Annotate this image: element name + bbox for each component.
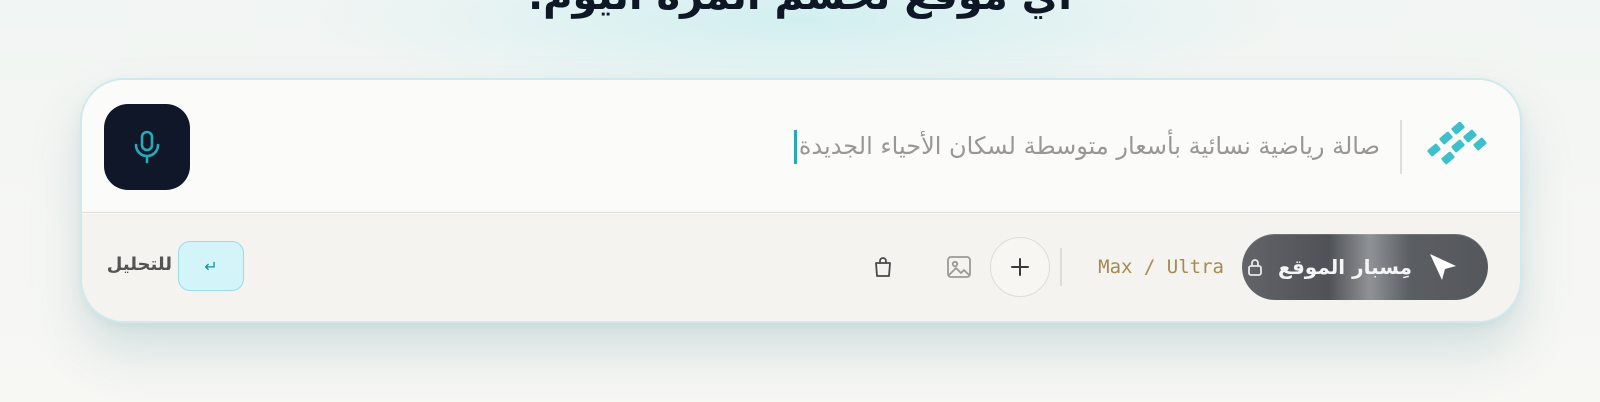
toolbar-divider — [1060, 248, 1062, 286]
lock-icon — [1248, 259, 1262, 276]
bag-button[interactable] — [866, 250, 900, 284]
prompt-input[interactable]: صالة رياضية نسائية بأسعار متوسطة لسكان ا… — [480, 126, 1380, 166]
microphone-icon — [134, 130, 160, 164]
mode-selector-button[interactable]: مِسبار الموقع — [1242, 234, 1488, 300]
input-divider — [1400, 120, 1402, 174]
enter-hint-label: للتحليل — [106, 254, 172, 275]
text-caret — [793, 130, 797, 164]
enter-key-icon: ↵ — [204, 256, 218, 276]
enter-key-button[interactable]: ↵ — [178, 241, 244, 291]
mode-label: مِسبار الموقع — [1278, 255, 1412, 279]
prompt-composer: صالة رياضية نسائية بأسعار متوسطة لسكان ا… — [80, 78, 1522, 323]
image-upload-button[interactable] — [942, 250, 976, 284]
page-headline: أي موقع تحسم المرة اليوم. — [0, 0, 1600, 22]
tier-label: Max / Ultra — [1098, 256, 1224, 278]
image-icon — [947, 256, 971, 278]
composer-toolbar: للتحليل ↵ Max / Ultra مِسبار الموقع — [82, 214, 1520, 321]
send-arrow-icon — [1430, 254, 1456, 280]
shopping-bag-icon — [875, 257, 891, 277]
plus-icon — [1011, 258, 1029, 276]
brand-logo-mark — [1427, 122, 1487, 165]
add-button[interactable] — [990, 237, 1050, 297]
composer-input-row: صالة رياضية نسائية بأسعار متوسطة لسكان ا… — [82, 80, 1520, 213]
prompt-text: صالة رياضية نسائية بأسعار متوسطة لسكان ا… — [798, 132, 1380, 160]
microphone-button[interactable] — [104, 104, 190, 190]
